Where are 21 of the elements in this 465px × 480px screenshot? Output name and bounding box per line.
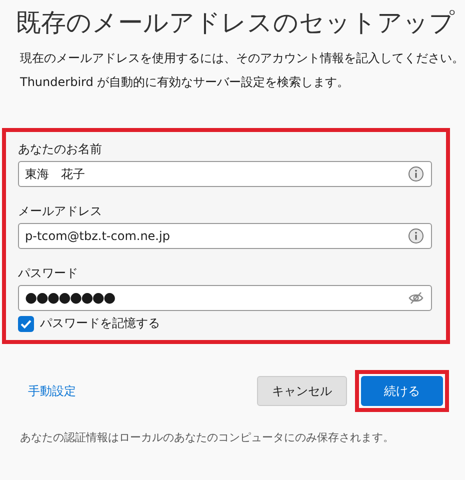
footer-note: あなたの認証情報はローカルのあなたのコンピュータにのみ保存されます。 — [20, 430, 395, 445]
checkbox-label: パスワードを記憶する — [40, 315, 160, 332]
manual-setup-link[interactable]: 手動設定 — [28, 382, 76, 400]
continue-button[interactable]: 続ける — [361, 376, 443, 406]
input-field[interactable]: 東海 花子 — [18, 161, 432, 187]
description-text: Thunderbird が自動的に有効なサーバー設定を検索します。 — [20, 74, 350, 91]
eye-slash-icon[interactable] — [408, 290, 424, 306]
field-value: 東海 花子 — [25, 166, 85, 182]
input-field[interactable]: ●●●●●●●● — [18, 285, 432, 311]
field-label: パスワード — [18, 265, 79, 282]
field-value: ●●●●●●●● — [25, 290, 115, 306]
description-text: 現在のメールアドレスを使用するには、そのアカウント情報を記入してください。 — [20, 50, 465, 67]
checkbox[interactable] — [18, 316, 34, 332]
field-value: p-tcom@tbz.t-com.ne.jp — [25, 229, 170, 243]
info-icon[interactable] — [408, 228, 424, 244]
field-label: あなたのお名前 — [18, 141, 103, 158]
info-icon[interactable] — [408, 166, 424, 182]
field-label: メールアドレス — [18, 203, 103, 220]
cancel-button[interactable]: キャンセル — [257, 376, 347, 406]
page-title: 既存のメールアドレスのセットアップ — [16, 7, 456, 39]
input-field[interactable]: p-tcom@tbz.t-com.ne.jp — [18, 223, 432, 249]
